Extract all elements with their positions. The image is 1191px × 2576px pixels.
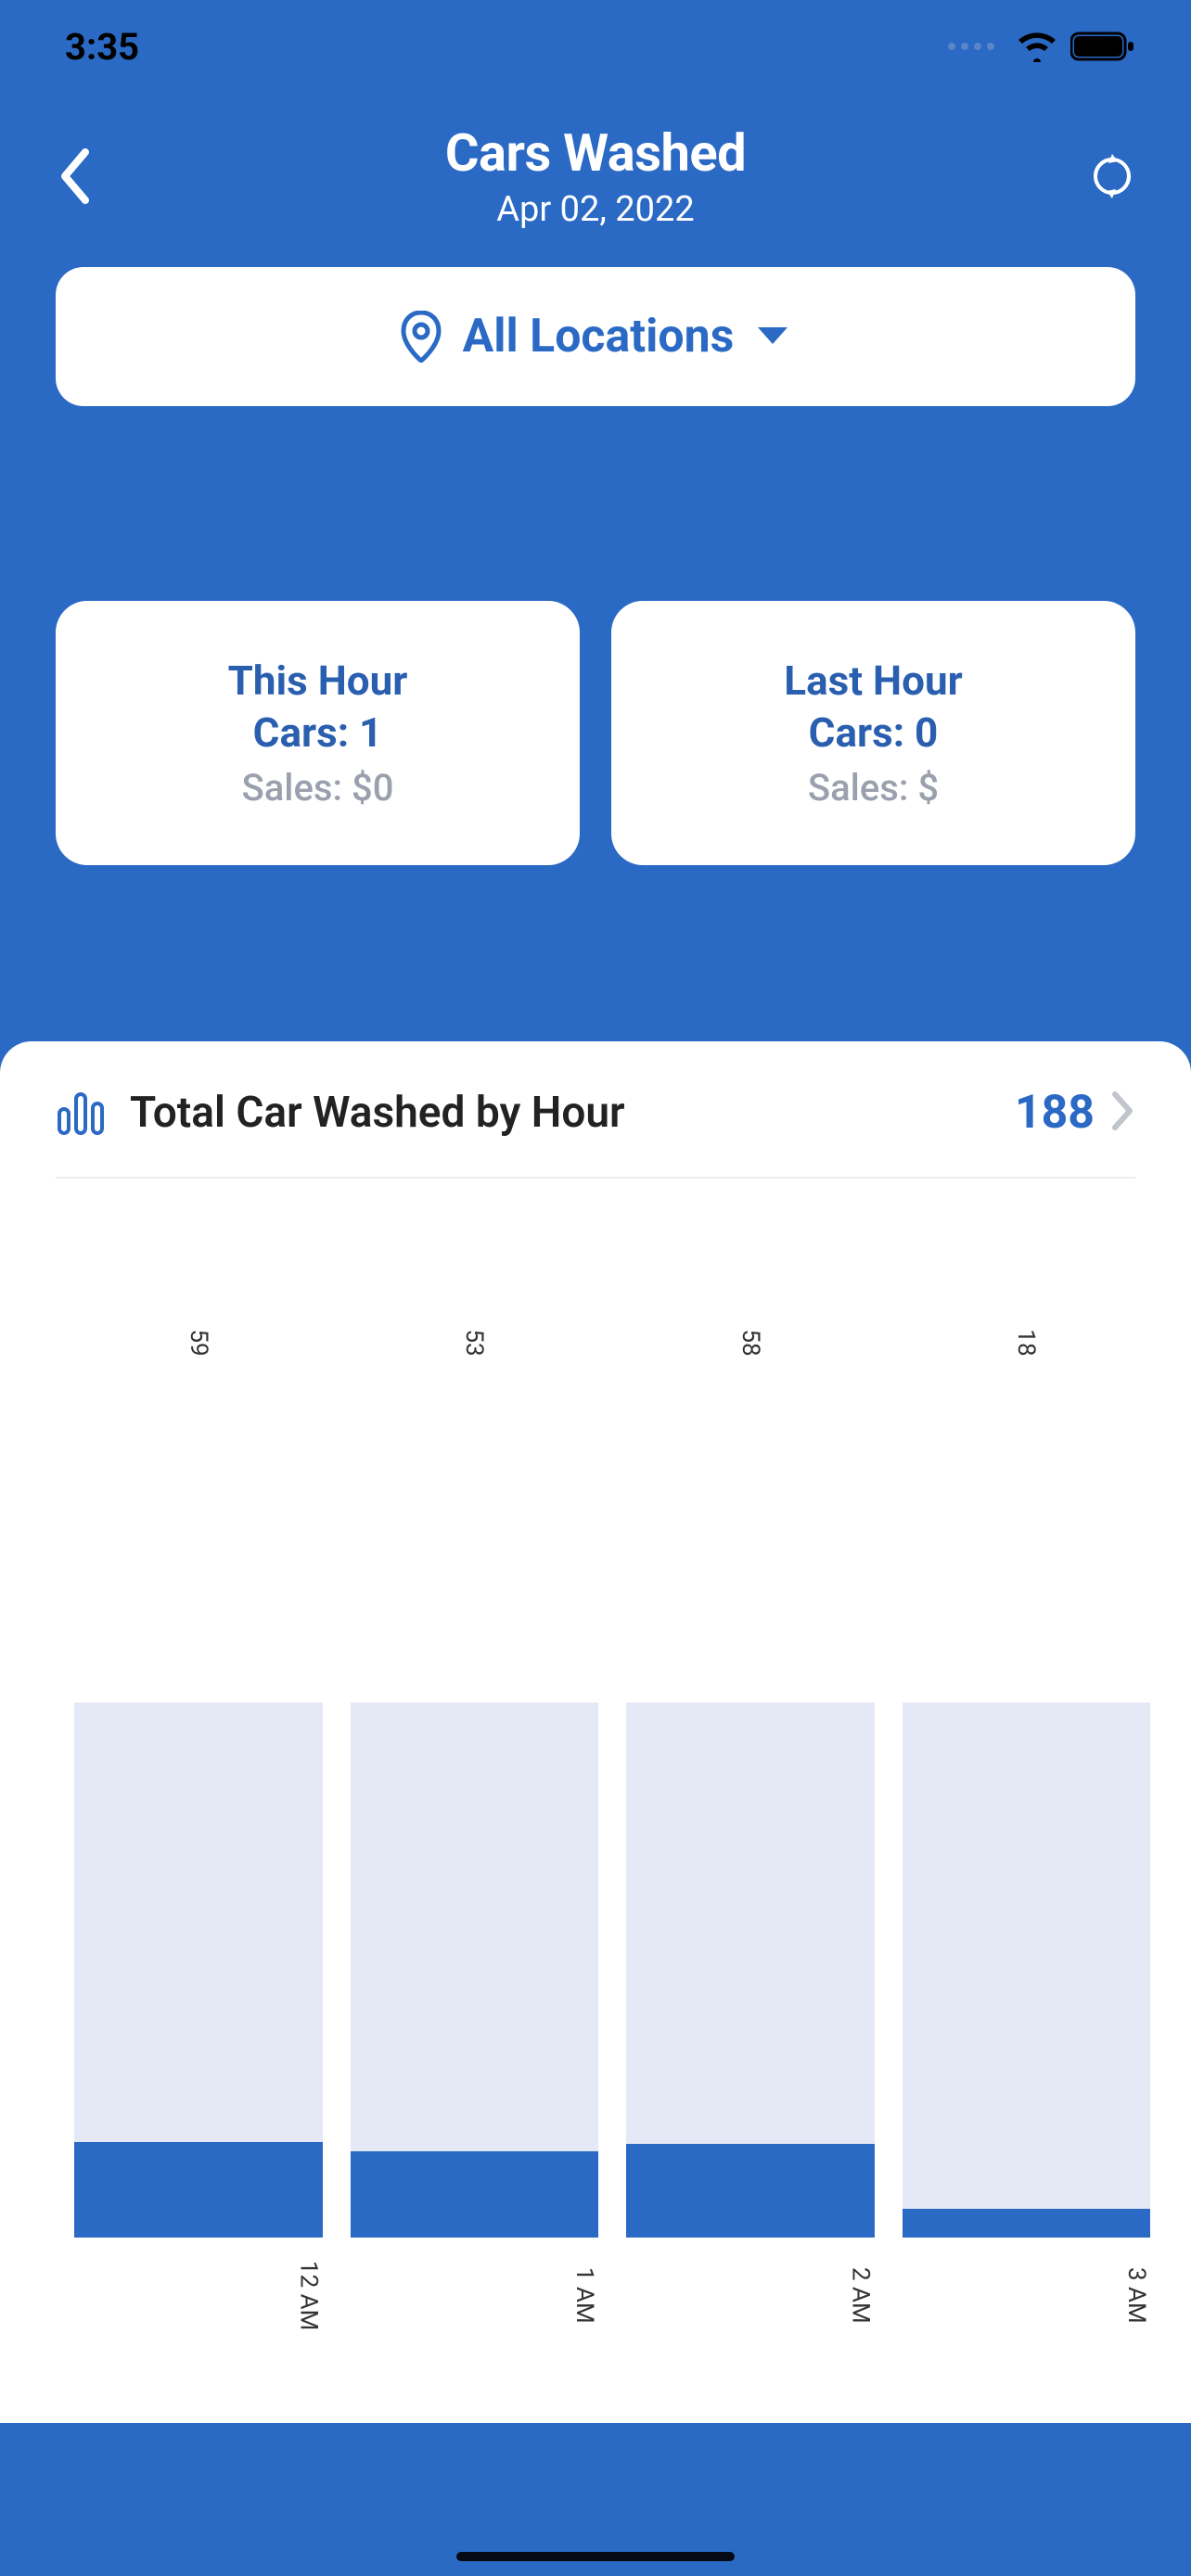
status-bar: 3:35 <box>0 0 1191 93</box>
chart-total: 188 <box>1015 1086 1095 1140</box>
bar-background <box>626 1702 875 2238</box>
bar-column[interactable]: 18 <box>903 1375 1151 2238</box>
title-block: Cars Washed Apr 02, 2022 <box>445 122 746 230</box>
chart-panel: Total Car Washed by Hour 188 59535818 12… <box>0 1041 1191 2423</box>
bar-value-label: 18 <box>1012 1329 1040 1356</box>
x-axis-label: 3 AM <box>903 2261 1151 2330</box>
card-title: This Hour <box>83 657 552 705</box>
page-subtitle: Apr 02, 2022 <box>445 189 746 230</box>
nav-header: Cars Washed Apr 02, 2022 <box>0 93 1191 260</box>
card-sales: Sales: $ <box>639 766 1108 810</box>
card-cars: Cars: 0 <box>639 708 1108 757</box>
bar-column[interactable]: 59 <box>74 1375 323 2238</box>
chart-x-labels: 12 AM 1 AM 2 AM 3 AM <box>74 2261 1150 2330</box>
card-title: Last Hour <box>639 657 1108 705</box>
bar-foreground <box>74 2142 323 2238</box>
chevron-left-icon <box>58 148 91 204</box>
location-label: All Locations <box>463 310 735 363</box>
bar-chart-icon <box>56 1089 108 1137</box>
chevron-right-icon <box>1109 1090 1135 1135</box>
bar-value-label: 53 <box>460 1329 488 1356</box>
refresh-icon <box>1086 150 1138 202</box>
page-title: Cars Washed <box>445 122 746 184</box>
wifi-icon <box>1017 31 1057 62</box>
status-right <box>948 31 1135 62</box>
chart-header[interactable]: Total Car Washed by Hour 188 <box>56 1086 1135 1179</box>
bar-foreground <box>351 2151 599 2238</box>
chart-bars[interactable]: 59535818 <box>74 1375 1150 2238</box>
location-pin-icon <box>400 311 442 363</box>
card-sales: Sales: $0 <box>83 766 552 810</box>
bar-foreground <box>626 2144 875 2238</box>
bar-column[interactable]: 58 <box>626 1375 875 2238</box>
last-hour-card[interactable]: Last Hour Cars: 0 Sales: $ <box>611 601 1135 865</box>
bar-background <box>903 1702 1151 2238</box>
x-axis-label: 2 AM <box>626 2261 875 2330</box>
bar-foreground <box>903 2209 1151 2238</box>
stat-cards-row: This Hour Cars: 1 Sales: $0 Last Hour Ca… <box>0 601 1191 865</box>
bar-value-label: 58 <box>736 1329 764 1356</box>
back-button[interactable] <box>46 139 102 213</box>
bar-background <box>351 1702 599 2238</box>
status-time: 3:35 <box>65 25 139 69</box>
home-indicator <box>456 2552 735 2561</box>
x-axis-label: 1 AM <box>351 2261 599 2330</box>
card-cars: Cars: 1 <box>83 708 552 757</box>
caret-down-icon <box>754 324 791 350</box>
chart-title: Total Car Washed by Hour <box>130 1088 1015 1138</box>
cellular-dots-icon <box>948 43 994 50</box>
this-hour-card[interactable]: This Hour Cars: 1 Sales: $0 <box>56 601 580 865</box>
battery-icon <box>1070 31 1135 62</box>
bar-value-label: 59 <box>185 1329 212 1356</box>
bar-column[interactable]: 53 <box>351 1375 599 2238</box>
refresh-button[interactable] <box>1080 144 1145 209</box>
bar-background <box>74 1702 323 2238</box>
x-axis-label: 12 AM <box>74 2261 323 2330</box>
location-selector[interactable]: All Locations <box>56 267 1135 406</box>
